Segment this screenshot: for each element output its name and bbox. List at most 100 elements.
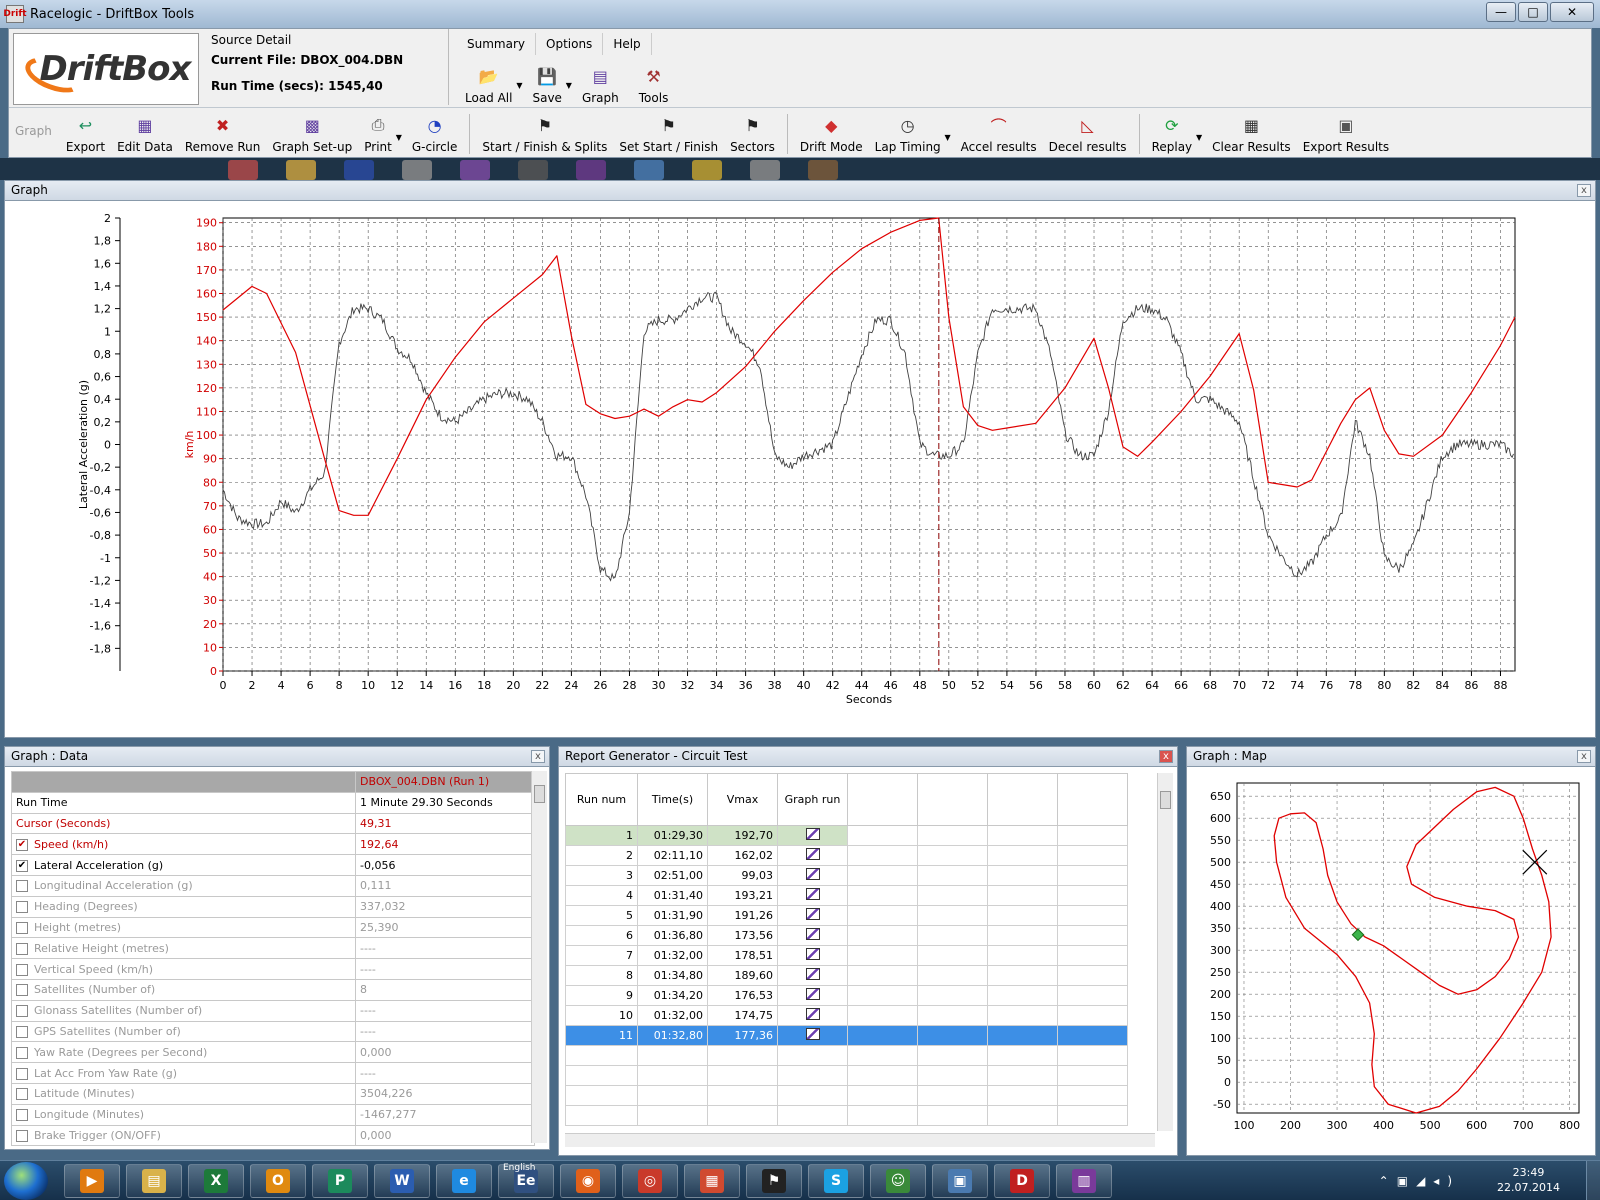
start-finish-splits-button[interactable]: ⚑ Start / Finish & Splits [478,113,611,155]
report-row[interactable]: 8 01:34,80 189,60 [565,965,1128,986]
chevron-down-icon[interactable]: ▼ [945,133,951,142]
graph-run-icon[interactable] [805,928,820,940]
graph-button[interactable]: ▤ Graph [578,61,623,106]
checkbox[interactable] [16,1109,28,1122]
close-button[interactable]: ✕ [1550,2,1594,22]
menu-help[interactable]: Help [603,33,652,55]
graph-run-icon[interactable] [805,968,820,980]
graph-run-cell[interactable] [777,965,848,986]
data-row[interactable]: Cursor (Seconds) 49,31 [11,812,535,835]
report-row[interactable]: 4 01:31,40 193,21 [565,885,1128,906]
empty-column-header[interactable] [987,773,1058,826]
data-row[interactable]: Height (metres) 25,390 [11,916,535,939]
graph-run-cell[interactable] [777,905,848,926]
checkbox[interactable] [16,1088,28,1101]
decel-results-button[interactable]: ◺ Decel results [1045,113,1131,155]
checkbox[interactable]: ✔ [16,838,28,851]
data-row[interactable]: Lat Acc From Yaw Rate (g) ---- [11,1062,535,1084]
data-row[interactable]: Longitude (Minutes) -1467,277 [11,1103,535,1126]
set-start-finish-button[interactable]: ⚑ Set Start / Finish [615,113,722,155]
accel-results-button[interactable]: ⌒ Accel results [957,113,1041,154]
skype-taskbar-button[interactable]: S [808,1164,864,1198]
people-taskbar-button[interactable]: ☺ [870,1164,926,1198]
clear-results-button[interactable]: ▦ Clear Results [1208,113,1295,155]
remote-desktop-taskbar-button[interactable]: ▣ [932,1164,988,1198]
report-row[interactable]: 11 01:32,80 177,36 [565,1025,1128,1046]
data-row[interactable]: Latitude (Minutes) 3504,226 [11,1082,535,1105]
save-button[interactable]: 💾 Save ▼ [528,61,571,106]
media-player-taskbar-button[interactable]: ▶ [64,1164,120,1198]
report-hscrollbar[interactable] [565,1133,1155,1147]
empty-column-header[interactable] [917,773,988,826]
menu-options[interactable]: Options [536,33,604,55]
report-panel-close-icon[interactable]: x [1159,750,1173,763]
report-row[interactable]: 7 01:32,00 178,51 [565,945,1128,966]
edit-data-button[interactable]: ▦ Edit Data [113,113,177,155]
graph-run-icon[interactable] [805,988,820,1000]
graph-run-icon[interactable] [805,908,820,920]
firefox-taskbar-button[interactable]: ◉ [560,1164,616,1198]
data-row[interactable]: Run Time 1 Minute 29.30 Seconds [11,791,535,814]
graph-run-cell[interactable] [777,885,848,906]
report-row[interactable]: 1 01:29,30 192,70 [565,825,1128,846]
graph-run-cell[interactable] [777,925,848,946]
drift-mode-button[interactable]: ◆ Drift Mode [796,113,867,155]
scrollbar-thumb[interactable] [534,785,545,803]
track-map[interactable]: 100 200 300 400 500 600 700 8006506005505004504… [1187,767,1595,1155]
column-header[interactable]: Time(s) [637,773,708,826]
checkbox[interactable] [16,1025,28,1038]
tools-button[interactable]: ⚒ Tools [635,61,673,106]
column-header[interactable]: Vmax [707,773,778,826]
load-all-button[interactable]: 📂 Load All ▼ [461,61,522,106]
internet-explorer-taskbar-button[interactable]: e [436,1164,492,1198]
graph-run-cell[interactable] [777,845,848,866]
data-panel-scrollbar[interactable] [531,771,547,1143]
word-taskbar-button[interactable]: W [374,1164,430,1198]
graph-run-icon[interactable] [805,1008,820,1020]
sectors-button[interactable]: ⚑ Sectors [726,113,779,155]
empty-column-header[interactable] [1057,773,1128,826]
driftbox-app-icon[interactable]: Drift [3,5,27,23]
report-row[interactable]: 3 02:51,00 99,03 [565,865,1128,886]
graph-panel-close-icon[interactable]: x [1577,184,1591,197]
export-button[interactable]: ↩ Export [62,113,109,155]
data-row[interactable]: Heading (Degrees) 337,032 [11,895,535,918]
checkbox[interactable] [16,901,28,914]
graph-run-cell[interactable] [777,1005,848,1026]
data-row[interactable]: Satellites (Number of) 8 [11,978,535,1001]
graph-run-icon[interactable] [805,868,820,880]
checkbox[interactable] [16,1067,28,1080]
scrollbar-thumb[interactable] [1160,791,1171,809]
apps-taskbar-button[interactable]: ▦ [684,1164,740,1198]
graph-run-cell[interactable] [777,1025,848,1046]
checkbox[interactable] [16,1046,28,1059]
data-row[interactable]: Longitudinal Acceleration (g) 0,111 [11,874,535,897]
checkbox[interactable] [16,1129,28,1142]
checkbox[interactable]: ✔ [16,859,28,872]
g-circle-button[interactable]: ◔ G-circle [408,113,462,155]
graph-run-cell[interactable] [777,945,848,966]
column-header[interactable]: Graph run [777,773,848,826]
checkbox[interactable] [16,984,28,997]
remove-run-button[interactable]: ✖ Remove Run [181,113,265,155]
racing-flag-taskbar-button[interactable]: ⚑ [746,1164,802,1198]
graph-run-icon[interactable] [805,888,820,900]
checkbox[interactable] [16,963,28,976]
data-row[interactable]: GPS Satellites (Number of) ---- [11,1020,535,1043]
chrome-taskbar-button[interactable]: ◎ [622,1164,678,1198]
data-row[interactable]: Vertical Speed (km/h) ---- [11,958,535,980]
minimize-button[interactable]: — [1486,2,1516,22]
report-row[interactable]: 9 01:34,20 176,53 [565,985,1128,1006]
empty-column-header[interactable] [847,773,918,826]
data-row[interactable]: ✔ Speed (km/h) 192,64 [11,833,535,856]
speed-lateral-chart[interactable]: 0 2 4 6 8 10 12 14 16 18 20 22 24 26 28 30 32 34 36 38 40 42 4… [5,201,1595,737]
graph-set-up-button[interactable]: ▩ Graph Set-up [268,113,356,155]
clock[interactable]: 23:49 22.07.2014 [1497,1165,1560,1195]
driftbox-taskbar-button[interactable]: D [994,1164,1050,1198]
data-row[interactable]: Brake Trigger (ON/OFF) 0,000 [11,1124,535,1147]
chevron-down-icon[interactable]: ▼ [1196,133,1202,142]
tray-icons[interactable]: ⌃▣◢◂) [1379,1174,1460,1188]
outlook-taskbar-button[interactable]: O [250,1164,306,1198]
column-header[interactable]: Run num [565,773,638,826]
export-results-button[interactable]: ▣ Export Results [1299,113,1393,155]
